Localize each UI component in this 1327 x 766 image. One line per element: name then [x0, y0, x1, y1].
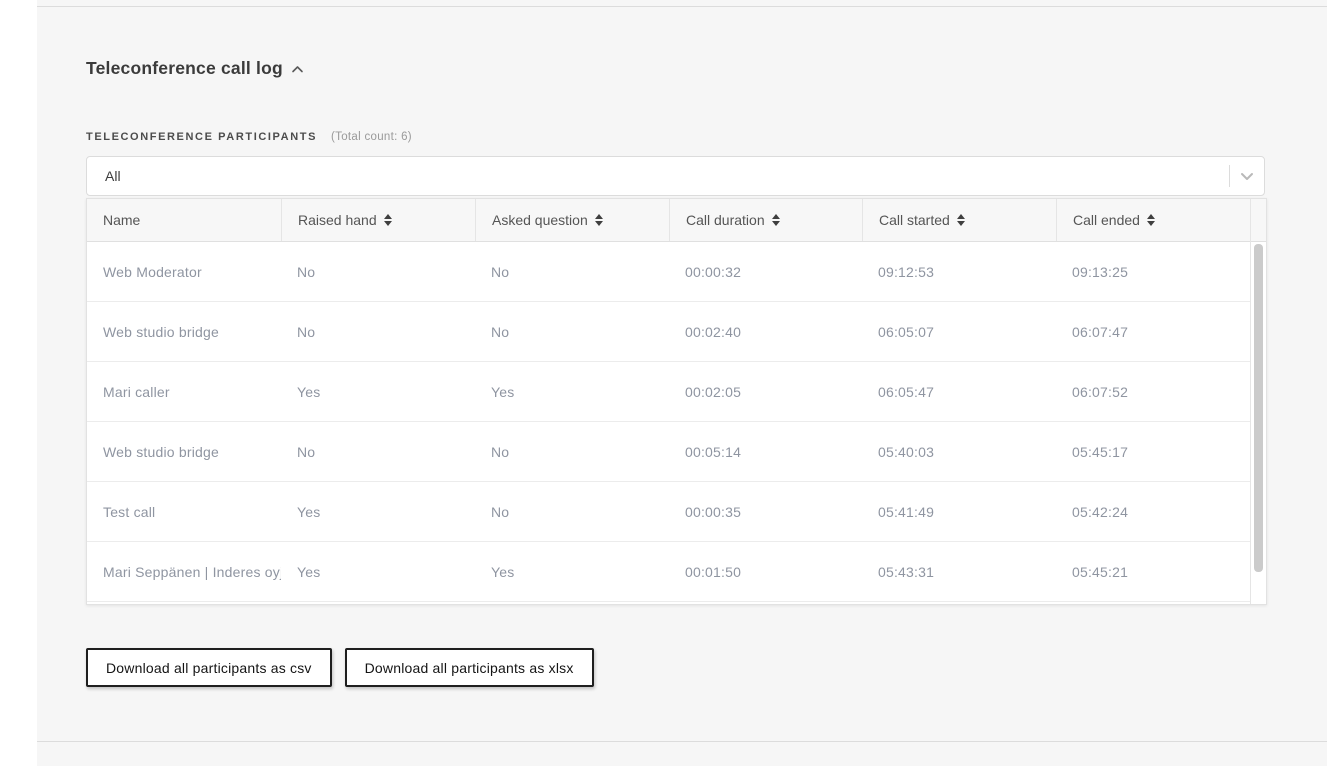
column-header-name: Name [87, 199, 281, 241]
download-actions: Download all participants as csv Downloa… [86, 648, 594, 687]
column-header-label: Name [103, 212, 140, 228]
table-cell: Test call [87, 482, 281, 541]
table-row: Web studio bridgeNoNo00:05:1405:40:0305:… [87, 422, 1250, 482]
table-cell: Mari caller [87, 362, 281, 421]
table-cell: 05:41:49 [862, 482, 1056, 541]
chevron-down-icon[interactable] [1230, 172, 1264, 181]
table-cell: No [475, 482, 669, 541]
table-cell: 09:12:53 [862, 242, 1056, 301]
column-header-raised-hand[interactable]: Raised hand [281, 199, 475, 241]
table-cell: 00:00:35 [669, 482, 862, 541]
table-cell: Yes [475, 362, 669, 421]
table-row: Mari callerYesYes00:02:0506:05:4706:07:5… [87, 362, 1250, 422]
table-cell: Mari Seppänen | Inderes oyj [87, 542, 281, 601]
column-header-label: Asked question [492, 212, 588, 228]
table-cell: Web studio bridge [87, 422, 281, 481]
participants-filter-select[interactable]: All [86, 156, 1265, 196]
chevron-up-icon[interactable] [291, 60, 304, 78]
table-cell: 06:05:47 [862, 362, 1056, 421]
table-row: Web ModeratorNoNo00:00:3209:12:5309:13:2… [87, 242, 1250, 302]
table-cell: Yes [281, 542, 475, 601]
table-cell: No [475, 302, 669, 361]
column-header-call-duration[interactable]: Call duration [669, 199, 862, 241]
table-cell: No [281, 422, 475, 481]
table-cell: 06:05:07 [862, 302, 1056, 361]
download-csv-button[interactable]: Download all participants as csv [86, 648, 332, 687]
top-divider [37, 6, 1327, 7]
column-header-label: Call started [879, 212, 950, 228]
table-cell: 00:02:40 [669, 302, 862, 361]
table-row: Test callYesNo00:00:3505:41:4905:42:24 [87, 482, 1250, 542]
table-cell: Web Moderator [87, 242, 281, 301]
participants-filter-value: All [87, 168, 1229, 184]
table-cell: 09:13:25 [1056, 242, 1250, 301]
scrollbar-header-cell [1251, 199, 1266, 242]
sort-icon[interactable] [957, 214, 965, 226]
column-header-asked-question[interactable]: Asked question [475, 199, 669, 241]
participants-label-row: TELECONFERENCE PARTICIPANTS (Total count… [86, 131, 412, 143]
sort-icon[interactable] [772, 214, 780, 226]
table-cell: No [281, 302, 475, 361]
table-cell: 05:40:03 [862, 422, 1056, 481]
table-cell: 00:02:05 [669, 362, 862, 421]
table-header-row: Name Raised hand Asked question Call durati… [87, 199, 1250, 242]
column-header-label: Call ended [1073, 212, 1140, 228]
sort-icon[interactable] [595, 214, 603, 226]
column-header-call-started[interactable]: Call started [862, 199, 1056, 241]
bottom-divider [37, 741, 1327, 742]
table-cell: 05:42:24 [1056, 482, 1250, 541]
page-background: Teleconference call log TELECONFERENCE P… [37, 0, 1327, 766]
table-cell: 05:45:21 [1056, 542, 1250, 601]
table-cell: No [475, 242, 669, 301]
table-cell: 00:00:32 [669, 242, 862, 301]
table-body: Web ModeratorNoNo00:00:3209:12:5309:13:2… [87, 242, 1250, 602]
section-collapse-toggle[interactable]: Teleconference call log [86, 58, 304, 79]
table-cell: 06:07:47 [1056, 302, 1250, 361]
table-row: Mari Seppänen | Inderes oyjYesYes00:01:5… [87, 542, 1250, 602]
download-xlsx-button[interactable]: Download all participants as xlsx [345, 648, 594, 687]
participants-table: Name Raised hand Asked question Call durati… [86, 198, 1267, 605]
participants-label: TELECONFERENCE PARTICIPANTS [86, 131, 317, 143]
page-title: Teleconference call log [86, 58, 283, 79]
table-scrollbar-track[interactable] [1250, 199, 1266, 604]
column-header-call-ended[interactable]: Call ended [1056, 199, 1250, 241]
sort-icon[interactable] [1147, 214, 1155, 226]
table-cell: No [281, 242, 475, 301]
table-cell: 05:43:31 [862, 542, 1056, 601]
table-cell: Yes [281, 362, 475, 421]
table-cell: Web studio bridge [87, 302, 281, 361]
table-cell: Yes [475, 542, 669, 601]
column-header-label: Raised hand [298, 212, 377, 228]
column-header-label: Call duration [686, 212, 765, 228]
table-cell: Yes [281, 482, 475, 541]
table-cell: 05:45:17 [1056, 422, 1250, 481]
participants-total-count: (Total count: 6) [331, 131, 412, 143]
table-cell: No [475, 422, 669, 481]
table-cell: 06:07:52 [1056, 362, 1250, 421]
table-cell: 00:01:50 [669, 542, 862, 601]
table-cell: 00:05:14 [669, 422, 862, 481]
table-row: Web studio bridgeNoNo00:02:4006:05:0706:… [87, 302, 1250, 362]
sort-icon[interactable] [384, 214, 392, 226]
table-scrollbar-thumb[interactable] [1254, 244, 1263, 572]
